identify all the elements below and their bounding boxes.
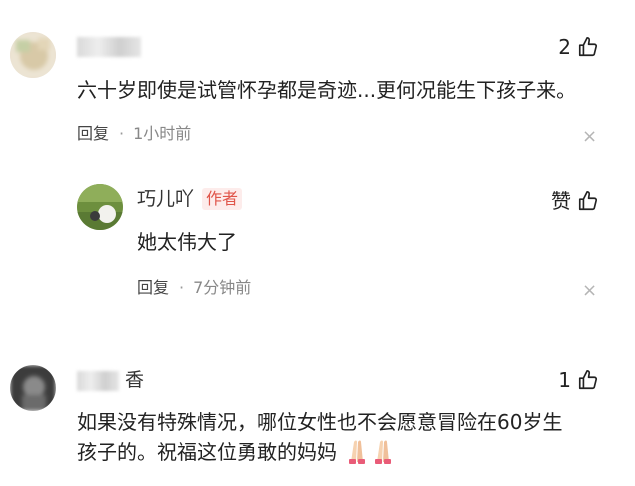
thumbs-up-icon: [578, 191, 598, 211]
thumbs-up-icon: [578, 370, 598, 390]
comment-text-line2: 孩子的。祝福这位勇敢的妈妈: [77, 437, 397, 467]
avatar[interactable]: [10, 32, 56, 78]
redacted-username: [77, 36, 141, 57]
like-button[interactable]: 2: [558, 34, 599, 60]
thumbs-up-icon: [578, 37, 598, 57]
reply-meta: 回复 · 7分钟前: [137, 278, 251, 298]
avatar[interactable]: [10, 365, 56, 411]
comment-username[interactable]: 香: [77, 368, 144, 392]
avatar-image: [77, 184, 123, 230]
comment-time: 1小时前: [133, 124, 192, 143]
like-count: 2: [558, 35, 571, 59]
comment-meta: 回复 · 1小时前: [77, 124, 191, 144]
reply-username[interactable]: 巧儿吖 作者: [137, 187, 243, 211]
reply-text: 她太伟大了: [137, 230, 237, 254]
like-button[interactable]: 1: [558, 367, 599, 393]
close-icon[interactable]: ×: [582, 282, 597, 300]
folded-hands-emoji: [349, 440, 392, 464]
comment-text: 如果没有特殊情况，哪位女性也不会愿意冒险在60岁生: [77, 410, 563, 434]
comment-text: 六十岁即使是试管怀孕都是奇迹...更何况能生下孩子来。: [77, 78, 577, 102]
avatar-image: [10, 32, 56, 78]
author-badge: 作者: [202, 188, 243, 210]
avatar-image: [10, 365, 56, 411]
close-icon[interactable]: ×: [582, 128, 597, 146]
redacted-username: [77, 370, 119, 391]
avatar[interactable]: [77, 184, 123, 230]
like-label: 赞: [551, 189, 571, 213]
reply-button[interactable]: 回复: [77, 124, 109, 143]
meta-separator: ·: [179, 278, 185, 297]
reply-button[interactable]: 回复: [137, 278, 169, 297]
like-count: 1: [558, 368, 571, 392]
reply-time: 7分钟前: [193, 278, 252, 297]
comment-username[interactable]: [77, 34, 141, 58]
meta-separator: ·: [119, 124, 125, 143]
like-button[interactable]: 赞: [551, 188, 599, 214]
